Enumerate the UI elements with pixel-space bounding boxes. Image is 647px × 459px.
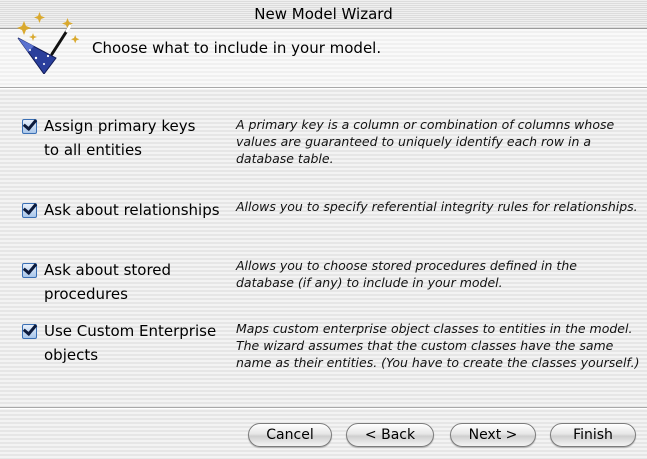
- relationships-checkbox[interactable]: [22, 203, 37, 218]
- option-primary-keys[interactable]: Assign primary keys to all entities: [22, 117, 196, 162]
- cancel-button[interactable]: Cancel: [248, 423, 332, 447]
- next-button[interactable]: Next >: [450, 423, 536, 447]
- primary-keys-label-line1: Assign primary keys: [44, 117, 196, 135]
- wizard-header: Choose what to include in your model.: [0, 29, 647, 88]
- stored-procedures-label-line1: Ask about stored: [44, 261, 172, 279]
- footer-divider: [0, 407, 647, 408]
- primary-keys-label-line2: to all entities: [44, 141, 142, 159]
- option-custom-enterprise-objects[interactable]: Use Custom Enterprise objects: [22, 322, 217, 367]
- primary-keys-description: A primary key is a column or combination…: [236, 117, 615, 166]
- custom-enterprise-objects-checkbox[interactable]: [22, 324, 37, 339]
- relationships-description: Allows you to specify referential integr…: [236, 199, 638, 214]
- custom-enterprise-objects-label-line1: Use Custom Enterprise: [44, 322, 217, 340]
- option-relationships[interactable]: Ask about relationships: [22, 201, 220, 222]
- option-stored-procedures[interactable]: Ask about stored procedures: [22, 261, 172, 306]
- primary-keys-checkbox[interactable]: [22, 119, 37, 134]
- stored-procedures-checkbox[interactable]: [22, 263, 37, 278]
- wizard-hat-wand-icon: [17, 12, 80, 74]
- stored-procedures-description: Allows you to choose stored procedures d…: [236, 258, 577, 290]
- window-title-bar: New Model Wizard: [0, 0, 647, 29]
- relationships-label: Ask about relationships: [44, 201, 220, 219]
- custom-enterprise-objects-label-line2: objects: [44, 346, 99, 364]
- custom-enterprise-objects-description: Maps custom enterprise object classes to…: [236, 321, 640, 370]
- finish-button[interactable]: Finish: [550, 423, 636, 447]
- header-instruction: Choose what to include in your model.: [92, 39, 382, 57]
- window-title: New Model Wizard: [254, 5, 393, 23]
- stored-procedures-label-line2: procedures: [44, 285, 128, 303]
- back-button[interactable]: < Back: [346, 423, 434, 447]
